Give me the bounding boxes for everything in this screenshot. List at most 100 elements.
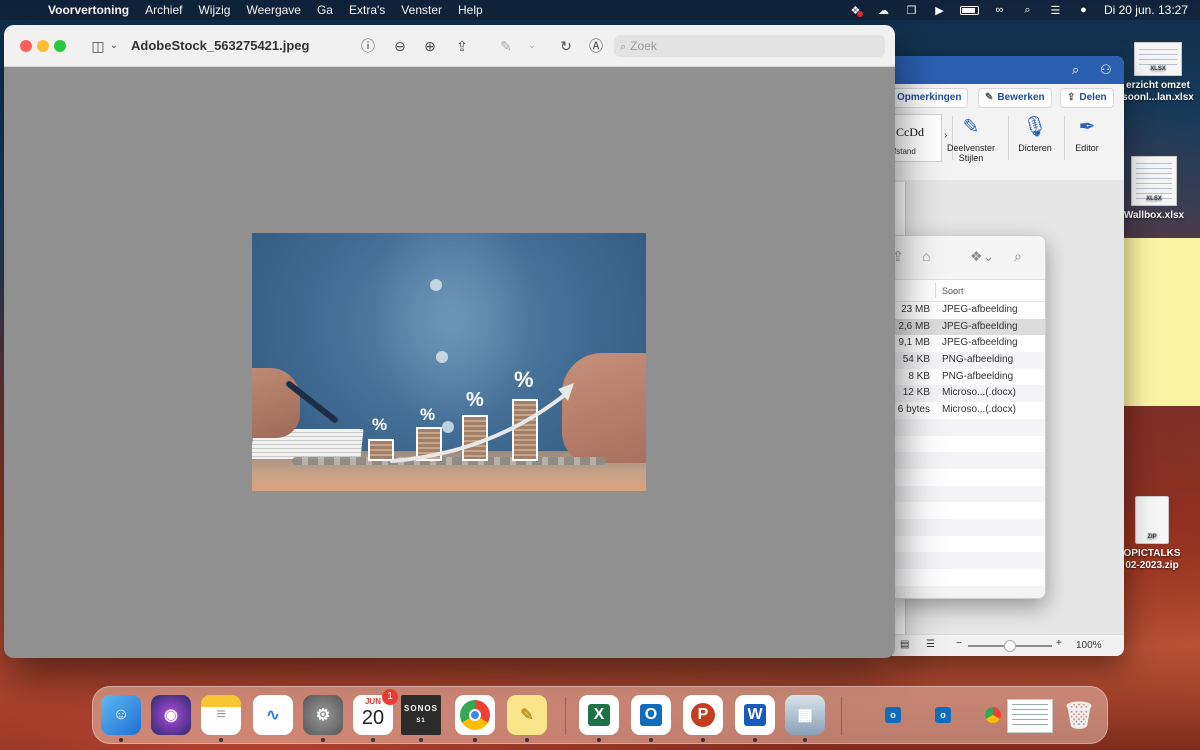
file-size: 54 KB <box>902 354 930 366</box>
status-area: ❖ ☁ ❐ ▶ ∞ ⌕ ☰ ● Di 20 jun. 13:27 <box>848 0 1189 20</box>
screen-mirroring-icon[interactable]: ❐ <box>904 4 919 17</box>
finder-file-row[interactable]: 9,1 MB JPEG-afbeelding <box>892 335 1045 352</box>
view-layout-icon[interactable]: ▤ <box>900 639 909 650</box>
siri-icon[interactable]: ● <box>1076 4 1091 16</box>
system-settings-dock-icon[interactable]: ⚙ <box>303 695 343 742</box>
cloud-sync-icon[interactable]: ☁ <box>876 4 891 17</box>
minimized-chrome-window[interactable] <box>985 707 1001 723</box>
zoom-out-icon[interactable]: − <box>956 638 962 649</box>
stickies-dock-icon[interactable]: ✎ <box>507 695 547 742</box>
notification-badge: 1 <box>382 689 398 705</box>
finder-empty-row <box>892 469 1045 486</box>
file-kind: PNG-afbeelding <box>942 354 1014 366</box>
minimized-outlook-window[interactable]: o <box>935 707 951 723</box>
menu-weergave[interactable]: Weergave <box>238 0 308 20</box>
file-size: 6 bytes <box>897 404 930 416</box>
freeform-dock-icon[interactable]: ∿ <box>253 695 293 735</box>
clock[interactable]: Di 20 jun. 13:27 <box>1104 3 1188 17</box>
dropbox-menu-icon[interactable]: ❖⌄ <box>970 248 994 265</box>
menu-wijzig[interactable]: Wijzig <box>190 0 238 20</box>
powerpoint-dock-icon[interactable]: P <box>683 695 723 742</box>
close-window-button[interactable] <box>20 40 32 52</box>
tag-icon[interactable]: ⌂ <box>922 248 930 264</box>
control-center-icon[interactable]: ☰ <box>1048 4 1063 17</box>
link-icon[interactable]: ∞ <box>992 4 1007 16</box>
finder-dock-icon[interactable]: ☺ <box>101 695 141 742</box>
share-icon[interactable]: ⇪ <box>452 36 472 56</box>
finder-window[interactable]: ⇪ ⌂ ❖⌄ ⌕ Soort 23 MB JPEG-afbeelding 2,6 M… <box>892 235 1046 599</box>
dock: ☺ ◉ ≡ ∿ ⚙ JUN 20 1 SONOS S1 ✎ X O P W ▦ o… <box>92 686 1108 744</box>
notes-dock-icon[interactable]: ≡ <box>201 695 241 742</box>
edit-button[interactable]: ✎ Bewerken <box>978 88 1052 108</box>
outline-view-icon[interactable]: ☰ <box>926 639 935 650</box>
desktop-file-wallbox[interactable]: XLSX Wallbox.xlsx <box>1112 156 1196 222</box>
menu-ga[interactable]: Ga <box>309 0 341 20</box>
menu-archief[interactable]: Archief <box>137 0 190 20</box>
styles-pane-button[interactable]: ✎ Deelvenster Stijlen <box>940 114 1002 163</box>
menu-app-name[interactable]: Voorvertoning <box>40 0 137 20</box>
finder-column-header: Soort <box>892 280 1045 302</box>
zoom-out-icon[interactable]: ⊖ <box>390 36 410 56</box>
comments-button[interactable]: Opmerkingen <box>892 88 969 108</box>
finder-empty-row <box>892 502 1045 519</box>
share-button[interactable]: ⇪ Delen <box>1060 88 1114 108</box>
finder-empty-row <box>892 569 1045 586</box>
finder-file-row[interactable]: 2,6 MB JPEG-afbeelding <box>892 318 1045 336</box>
sidebar-toggle-icon[interactable]: ◫ <box>88 36 108 56</box>
desktop-file-label: Wallbox.xlsx <box>1123 210 1185 221</box>
word-action-bar: Opmerkingen ✎ Bewerken ⇪ Delen <box>892 88 1124 110</box>
chevron-down-icon[interactable]: ⌄ <box>526 36 538 56</box>
outlook-dock-icon[interactable]: O <box>631 695 671 742</box>
desktop-file-overzicht-omzet[interactable]: XLSX erzicht omzet soonl...lan.xlsx <box>1116 42 1200 104</box>
finder-empty-row <box>892 436 1045 453</box>
trash-dock-icon[interactable]: 🗑 <box>1059 695 1099 735</box>
finder-empty-row <box>892 485 1045 503</box>
zoom-in-icon[interactable]: + <box>1056 638 1062 649</box>
search-input[interactable]: ⌕ Zoek <box>614 35 885 57</box>
minimize-window-button[interactable] <box>37 40 49 52</box>
downloads-stack-icon[interactable] <box>1007 699 1053 733</box>
zoom-in-icon[interactable]: ⊕ <box>420 36 440 56</box>
minimized-outlook-window[interactable]: o <box>885 707 901 723</box>
excel-dock-icon[interactable]: X <box>579 695 619 742</box>
spotlight-search-icon[interactable]: ⌕ <box>1020 4 1035 17</box>
markup-toolbar-icon[interactable]: Ⓐ <box>586 36 606 56</box>
menu-venster[interactable]: Venster <box>393 0 450 20</box>
chrome-dock-icon[interactable] <box>455 695 495 742</box>
menu-extras[interactable]: Extra's <box>341 0 393 20</box>
preview-dock-icon[interactable]: ▦ <box>785 695 825 742</box>
word-titlebar: ⌕ ⚇ <box>892 56 1124 84</box>
search-icon[interactable]: ⌕ <box>1014 248 1022 265</box>
finder-empty-row <box>892 452 1045 469</box>
zoom-level[interactable]: 100% <box>1076 640 1102 651</box>
finder-file-row[interactable]: 23 MB JPEG-afbeelding <box>892 302 1045 319</box>
fullscreen-window-button[interactable] <box>54 40 66 52</box>
file-kind: JPEG-afbeelding <box>942 320 1018 332</box>
dropbox-icon[interactable]: ❖ <box>848 4 863 17</box>
editor-button[interactable]: ✒ Editor <box>1056 114 1118 153</box>
rotate-icon[interactable]: ↻ <box>556 36 576 56</box>
file-size: 8 KB <box>908 370 930 382</box>
styles-gallery[interactable]: CcDd fstand <box>892 114 942 162</box>
info-icon[interactable]: ⓘ <box>358 36 378 56</box>
column-header-kind[interactable]: Soort <box>942 286 964 296</box>
sonos-dock-icon[interactable]: SONOS S1 <box>401 695 441 742</box>
play-circle-icon[interactable]: ▶ <box>932 4 947 17</box>
desktop-sticky-note[interactable] <box>1124 238 1200 406</box>
siri-dock-icon[interactable]: ◉ <box>151 695 191 735</box>
zoom-slider-knob[interactable] <box>1004 640 1016 652</box>
battery-icon[interactable] <box>959 5 979 15</box>
finder-file-row[interactable]: 12 KB Microso...(.docx) <box>892 385 1045 403</box>
markup-pen-icon[interactable]: ✎ <box>496 36 516 56</box>
menu-help[interactable]: Help <box>450 0 491 20</box>
word-dock-icon[interactable]: W <box>735 695 775 742</box>
finder-file-row[interactable]: 54 KB PNG-afbeelding <box>892 352 1045 369</box>
finder-file-row[interactable]: 6 bytes Microso...(.docx) <box>892 402 1045 419</box>
chevron-down-icon[interactable]: ⌄ <box>108 36 120 56</box>
search-icon[interactable]: ⌕ <box>1072 62 1079 78</box>
preview-image[interactable]: % % % % <box>252 233 646 491</box>
share-people-icon[interactable]: ⚇ <box>1100 62 1112 78</box>
finder-file-row[interactable]: 8 KB PNG-afbeelding <box>892 369 1045 386</box>
calendar-dock-icon[interactable]: JUN 20 1 <box>353 689 398 742</box>
preview-window[interactable]: ◫ ⌄ AdobeStock_563275421.jpeg ⓘ ⊖ ⊕ ⇪ ✎ … <box>4 25 895 658</box>
